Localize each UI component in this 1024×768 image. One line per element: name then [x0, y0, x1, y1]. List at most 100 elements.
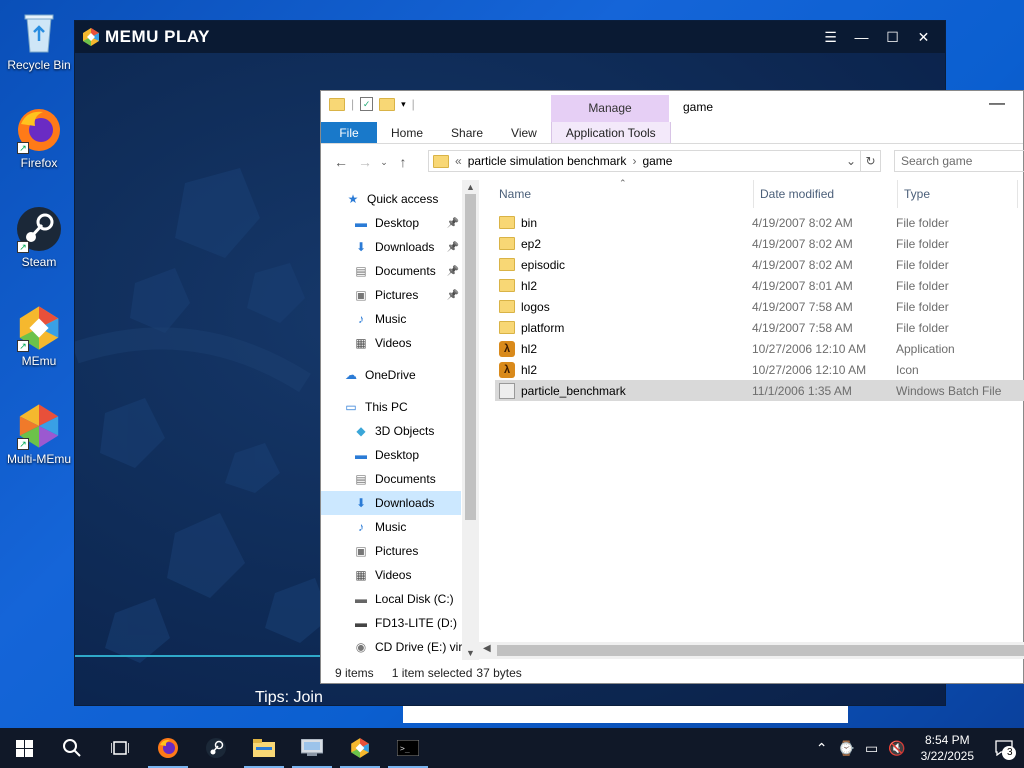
breadcrumb-game[interactable]: game	[642, 154, 672, 168]
start-button[interactable]	[0, 728, 48, 768]
pin-icon[interactable]: 📌	[447, 290, 459, 301]
close-button[interactable]: ✕	[908, 25, 939, 49]
file-row[interactable]: λ hl2 10/27/2006 12:10 AM Application	[495, 338, 1024, 359]
chevron-right-icon[interactable]: ›	[632, 154, 636, 168]
tab-share[interactable]: Share	[437, 122, 497, 143]
nav-item-videos[interactable]: ▦ Videos	[321, 331, 461, 355]
pin-icon[interactable]: 📌	[447, 218, 459, 229]
horizontal-scroll-thumb[interactable]	[497, 645, 1024, 656]
pin-icon[interactable]: 📌	[447, 266, 459, 277]
nav-item-downloads[interactable]: ⬇ Downloads 📌	[321, 235, 461, 259]
network-icon[interactable]: ▭	[860, 740, 883, 757]
nav-item-this-pc[interactable]: ▭ This PC	[321, 395, 461, 419]
scroll-down-icon[interactable]: ▼	[462, 648, 479, 658]
nav-item-desktop[interactable]: ▬ Desktop 📌	[321, 211, 461, 235]
desktop-icon-memu[interactable]: ↗ MEmu	[2, 304, 76, 368]
refresh-button[interactable]: ↻	[861, 150, 881, 172]
desktop-icon-recycle-bin[interactable]: Recycle Bin	[2, 8, 76, 72]
nav-scrollbar[interactable]: ▲ ▼	[462, 180, 479, 660]
column-header-name[interactable]: Name	[493, 180, 754, 208]
scroll-up-icon[interactable]: ▲	[462, 182, 479, 192]
file-row[interactable]: platform 4/19/2007 7:58 AM File folder	[495, 317, 1024, 338]
taskbar-command-prompt[interactable]: >_	[384, 728, 432, 768]
nav-item-documents[interactable]: ▤ Documents 📌	[321, 259, 461, 283]
meet-now-icon[interactable]: ⌚	[833, 740, 860, 757]
new-folder-icon[interactable]	[379, 97, 396, 111]
up-button[interactable]: ↑	[391, 154, 415, 170]
nav-item-videos[interactable]: ▦ Videos	[321, 563, 461, 587]
folder-icon	[499, 300, 515, 313]
tab-application-tools[interactable]: Application Tools	[550, 122, 671, 143]
nav-item-label: 3D Objects	[375, 424, 435, 438]
back-button[interactable]: ←	[329, 154, 353, 170]
nav-item-desktop[interactable]: ▬ Desktop	[321, 443, 461, 467]
nav-scroll-thumb[interactable]	[465, 194, 476, 520]
search-icon[interactable]	[48, 728, 96, 768]
address-bar[interactable]: « particle simulation benchmark › game ⌄	[428, 150, 861, 172]
nav-item-local-disk-c-[interactable]: ▬ Local Disk (C:)	[321, 587, 461, 611]
menu-icon[interactable]: ☰	[815, 25, 846, 49]
tab-home[interactable]: Home	[377, 122, 437, 143]
address-dropdown-icon[interactable]: ⌄	[846, 154, 856, 168]
nav-item-fd13-lite-d-[interactable]: ▬ FD13-LITE (D:)	[321, 611, 461, 635]
nav-item-documents[interactable]: ▤ Documents	[321, 467, 461, 491]
explorer-titlebar[interactable]: | ✓ ▾ | Manage game —	[321, 91, 1023, 122]
nav-item-3d-objects[interactable]: ◆ 3D Objects	[321, 419, 461, 443]
file-row[interactable]: ep2 4/19/2007 8:02 AM File folder	[495, 233, 1024, 254]
file-row[interactable]: bin 4/19/2007 8:02 AM File folder	[495, 212, 1024, 233]
task-view-icon[interactable]	[96, 728, 144, 768]
desktop-icon-multi-memu[interactable]: ↗ Multi-MEmu	[2, 402, 76, 466]
file-row[interactable]: episodic 4/19/2007 8:02 AM File folder	[495, 254, 1024, 275]
clock[interactable]: 8:54 PM 3/22/2025	[911, 732, 984, 764]
file-row[interactable]: hl2 4/19/2007 8:01 AM File folder	[495, 275, 1024, 296]
minimize-button[interactable]: —	[846, 25, 877, 49]
svg-text:>_: >_	[400, 744, 410, 753]
tab-view[interactable]: View	[497, 122, 551, 143]
chevron-up-icon[interactable]: ⌃	[811, 740, 833, 757]
forward-button[interactable]: →	[353, 154, 377, 170]
nav-item-label: Music	[375, 520, 407, 534]
volume-muted-icon[interactable]: 🔇	[883, 740, 910, 757]
column-header-date[interactable]: Date modified	[754, 180, 898, 208]
address-overflow[interactable]: «	[455, 154, 462, 168]
nav-item-music[interactable]: ♪ Music	[321, 515, 461, 539]
customize-toolbar-icon[interactable]: ▾	[401, 99, 406, 110]
nav-item-cd-drive-e-virt[interactable]: ◉ CD Drive (E:) virt	[321, 635, 466, 659]
taskbar-file-explorer[interactable]	[240, 728, 288, 768]
horizontal-scrollbar[interactable]: ◀	[479, 642, 1024, 659]
clock-date: 3/22/2025	[920, 749, 974, 763]
taskbar-control-panel[interactable]	[288, 728, 336, 768]
nav-item-quick-access[interactable]: ★ Quick access	[321, 187, 461, 211]
recycle-bin-icon	[15, 8, 63, 56]
desktop-icon-steam[interactable]: ↗ Steam	[2, 205, 76, 269]
file-explorer-window[interactable]: | ✓ ▾ | Manage game — File Home Share Vi…	[320, 90, 1024, 684]
pin-icon[interactable]: 📌	[447, 242, 459, 253]
nav-item-downloads[interactable]: ⬇ Downloads	[321, 491, 461, 515]
minimize-button[interactable]: —	[989, 95, 1005, 113]
file-row[interactable]: logos 4/19/2007 7:58 AM File folder	[495, 296, 1024, 317]
nav-item-pictures[interactable]: ▣ Pictures	[321, 539, 461, 563]
nav-item-onedrive[interactable]: ☁ OneDrive	[321, 363, 461, 387]
taskbar-memu[interactable]	[336, 728, 384, 768]
search-input[interactable]: Search game	[894, 150, 1024, 172]
file-type: File folder	[896, 278, 949, 293]
tab-file[interactable]: File	[321, 122, 377, 143]
desktop-icon-firefox[interactable]: ↗ Firefox	[2, 106, 76, 170]
nav-item-pictures[interactable]: ▣ Pictures 📌	[321, 283, 461, 307]
recent-locations-button[interactable]: ⌄	[377, 157, 391, 168]
file-row[interactable]: λ hl2 10/27/2006 12:10 AM Icon	[495, 359, 1024, 380]
memu-titlebar[interactable]: MEMU PLAY ☰ — ☐ ✕	[75, 21, 945, 53]
nav-item-music[interactable]: ♪ Music	[321, 307, 461, 331]
breadcrumb-particle-simulation-benchmark[interactable]: particle simulation benchmark	[468, 154, 627, 168]
taskbar-steam[interactable]	[192, 728, 240, 768]
maximize-button[interactable]: ☐	[877, 25, 908, 49]
notification-center-button[interactable]: 3	[984, 728, 1024, 768]
taskbar-firefox[interactable]	[144, 728, 192, 768]
nav-item-label: FD13-LITE (D:)	[375, 616, 458, 630]
file-row[interactable]: particle_benchmark 11/1/2006 1:35 AM Windo…	[495, 380, 1024, 401]
scroll-left-icon[interactable]: ◀	[483, 643, 491, 654]
column-header-type[interactable]: Type	[898, 180, 1018, 208]
file-type: File folder	[896, 299, 949, 314]
manage-tab[interactable]: Manage	[551, 95, 669, 122]
properties-icon[interactable]: ✓	[360, 97, 374, 111]
